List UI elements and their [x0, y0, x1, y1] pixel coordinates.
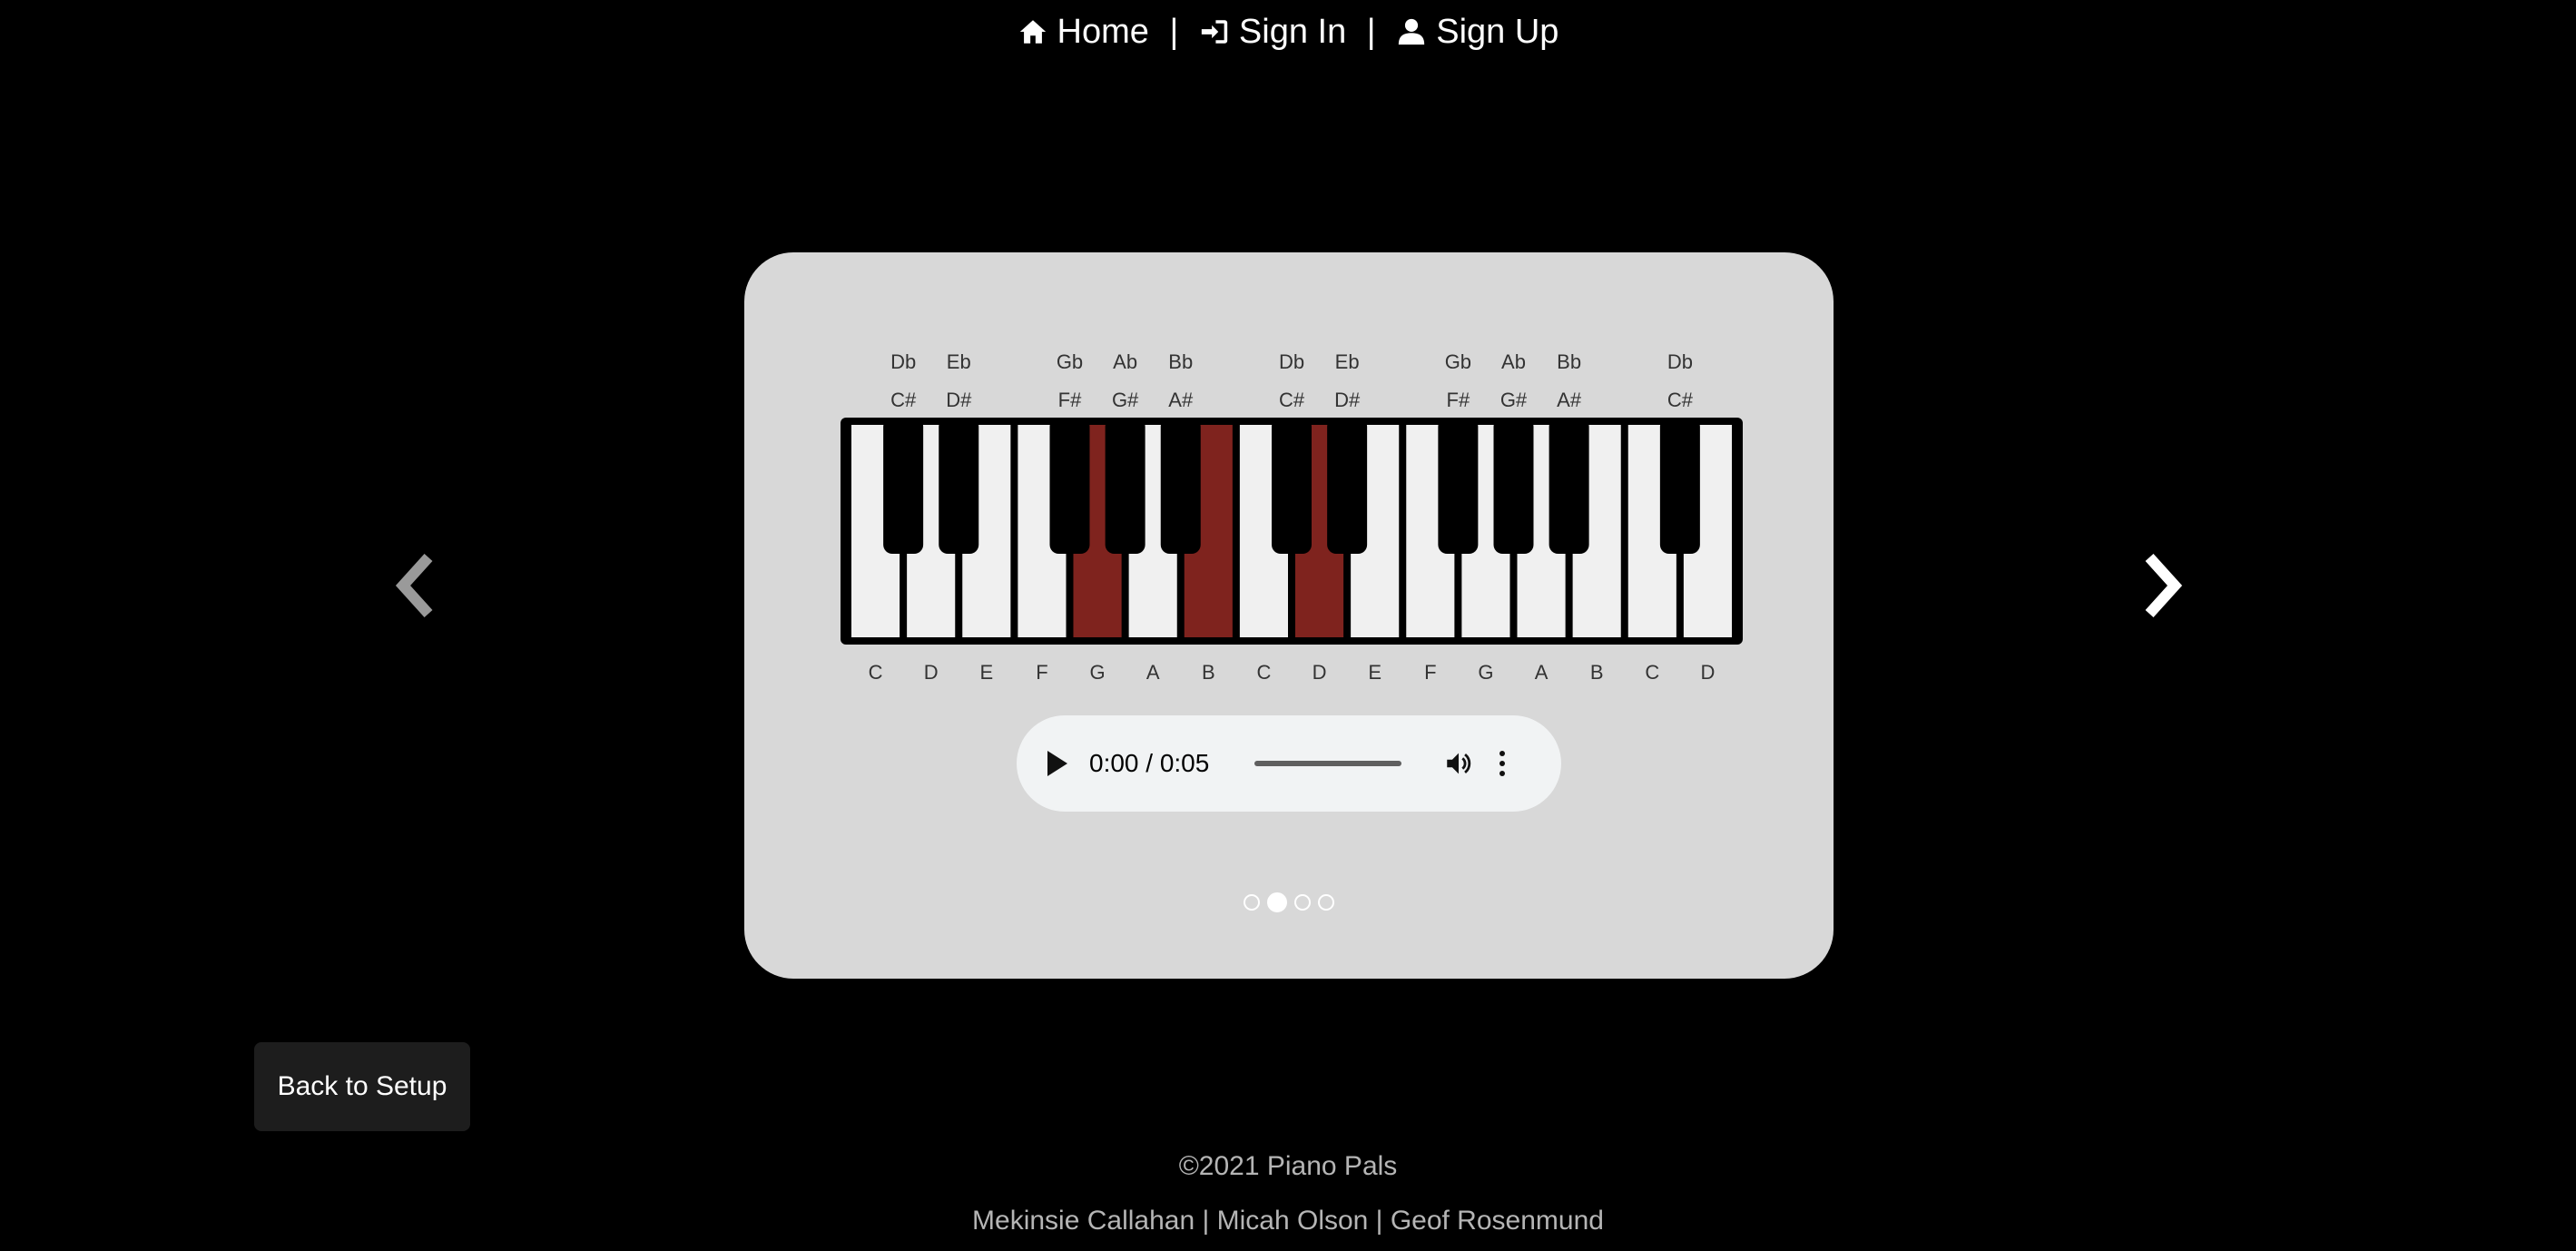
piano-diagram: C D E F G A B C D E F G A B C D C# Db D# Eb F# Gb G# Ab A# Bb C# Db… — [841, 350, 1743, 684]
black-key-flat-label: Db — [890, 350, 916, 373]
more-options-icon[interactable] — [1498, 751, 1507, 776]
black-key-flat-label: Eb — [1335, 350, 1360, 373]
black-key-sharp-label: F# — [1447, 389, 1470, 411]
white-key-label: D — [1313, 661, 1327, 684]
black-key[interactable] — [1160, 418, 1201, 554]
black-key-flat-label: Gb — [1057, 350, 1083, 373]
black-key[interactable] — [1438, 418, 1479, 554]
black-key[interactable] — [883, 418, 924, 554]
black-key[interactable] — [1327, 418, 1368, 554]
white-key-label: G — [1478, 661, 1493, 684]
black-key[interactable] — [1549, 418, 1589, 554]
nav-sign-up-label: Sign Up — [1436, 12, 1559, 51]
audio-player: 0:00 / 0:05 — [1017, 715, 1561, 812]
black-key[interactable] — [1105, 418, 1145, 554]
white-key-label: C — [1256, 661, 1271, 684]
next-slide-button[interactable] — [2140, 553, 2186, 618]
white-key-label: E — [1368, 661, 1381, 684]
white-key-label: F — [1424, 661, 1436, 684]
white-key-label: C — [869, 661, 883, 684]
carousel-dot[interactable] — [1267, 892, 1287, 912]
volume-icon — [1447, 753, 1471, 774]
nav-home-link[interactable]: Home — [1018, 9, 1149, 54]
white-key-label: D — [1700, 661, 1715, 684]
nav-sign-in-link[interactable]: Sign In — [1199, 9, 1346, 54]
previous-slide-button[interactable] — [392, 553, 438, 618]
footer-authors: Mekinsie Callahan | Micah Olson | Geof R… — [972, 1206, 1604, 1236]
volume-button[interactable] — [1443, 748, 1474, 779]
piano-keyboard: C D E F G A B C D E F G A B C D C# Db D# Eb F# Gb G# Ab A# Bb C# Db… — [841, 350, 1743, 684]
nav-separator: | — [1169, 12, 1179, 51]
black-key-flat-label: Gb — [1445, 350, 1471, 373]
black-key[interactable] — [1272, 418, 1312, 554]
white-key-label: A — [1535, 661, 1549, 684]
black-key-flat-label: Ab — [1113, 350, 1137, 373]
white-key-label: A — [1146, 661, 1160, 684]
black-key[interactable] — [939, 418, 979, 554]
chevron-left-icon — [395, 553, 433, 618]
chevron-right-icon — [2145, 553, 2183, 618]
black-key-sharp-label: A# — [1557, 389, 1582, 411]
nav-separator: | — [1366, 12, 1376, 51]
white-key-label: B — [1590, 661, 1604, 684]
top-nav: Home | Sign In | Sign Up — [0, 7, 2576, 54]
black-key[interactable] — [1049, 418, 1090, 554]
nav-sign-up-link[interactable]: Sign Up — [1396, 9, 1558, 54]
audio-progress-slider[interactable] — [1254, 761, 1401, 766]
back-to-setup-button[interactable]: Back to Setup — [254, 1042, 470, 1131]
black-key-flat-label: Ab — [1501, 350, 1526, 373]
black-key-sharp-label: D# — [1334, 389, 1361, 411]
black-key-flat-label: Db — [1279, 350, 1304, 373]
black-key-flat-label: Eb — [947, 350, 971, 373]
black-key-sharp-label: F# — [1058, 389, 1082, 411]
black-key-sharp-label: G# — [1500, 389, 1528, 411]
sign-in-icon — [1201, 20, 1228, 44]
black-key-sharp-label: D# — [946, 389, 972, 411]
black-key-sharp-label: C# — [890, 389, 917, 411]
black-key-sharp-label: C# — [1279, 389, 1305, 411]
white-key-label: D — [924, 661, 939, 684]
black-key[interactable] — [1659, 418, 1700, 554]
black-key-sharp-label: C# — [1667, 389, 1694, 411]
carousel-dot[interactable] — [1318, 894, 1334, 911]
play-icon[interactable] — [1047, 751, 1067, 776]
black-key-sharp-label: A# — [1168, 389, 1194, 411]
user-icon — [1399, 18, 1425, 45]
black-key[interactable] — [1493, 418, 1534, 554]
black-key-flat-label: Bb — [1557, 350, 1581, 373]
carousel-dot[interactable] — [1294, 894, 1311, 911]
home-icon — [1019, 20, 1046, 44]
carousel-dot[interactable] — [1244, 894, 1260, 911]
nav-sign-in-label: Sign In — [1238, 12, 1347, 51]
black-key-flat-label: Db — [1667, 350, 1693, 373]
carousel-slide-card: C D E F G A B C D E F G A B C D C# Db D# Eb F# Gb G# Ab A# Bb C# Db… — [744, 252, 1834, 979]
white-key-label: F — [1036, 661, 1047, 684]
white-key-label: B — [1202, 661, 1215, 684]
black-key-sharp-label: G# — [1112, 389, 1139, 411]
carousel-indicators — [744, 892, 1834, 912]
white-key-label: C — [1645, 661, 1659, 684]
white-key-label: G — [1090, 661, 1106, 684]
footer-copyright: ©2021 Piano Pals — [1178, 1151, 1398, 1181]
white-key-label: E — [979, 661, 993, 684]
nav-home-label: Home — [1057, 12, 1149, 51]
audio-time: 0:00 / 0:05 — [1089, 749, 1210, 777]
black-key-flat-label: Bb — [1168, 350, 1193, 373]
